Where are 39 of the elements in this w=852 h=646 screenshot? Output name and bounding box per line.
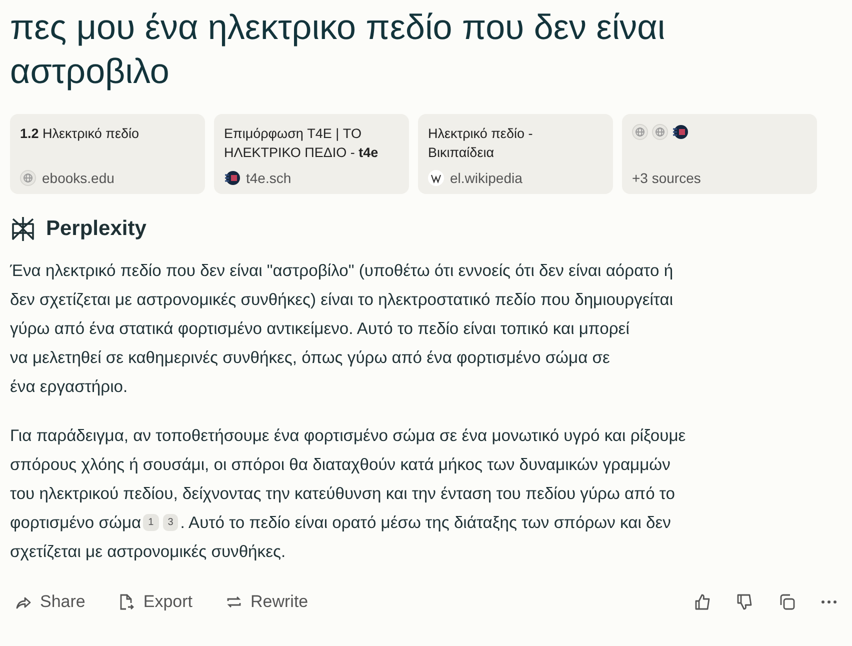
action-button[interactable]: Rewrite — [220, 588, 312, 616]
brand-name: Perplexity — [46, 217, 146, 241]
thumbs-up-icon[interactable] — [694, 593, 712, 611]
answer-text: γύρω από ένα στατικά φορτισμένο αντικείμενο. Αυτό το πεδίο είναι τοπικό και μπορεί — [10, 318, 630, 340]
answer-text: Ένα ηλεκτρικό πεδίο που δεν είναι "αστροβίλο" (υποθέτω ότι εννοείς ότι δεν είναι αόρατο ή — [10, 260, 674, 282]
source-card[interactable]: Επιμόρφωση T4E | ΤΟ ΗΛΕΚΤΡΙΚΟ ΠΕΔΙΟ - t4e t4e.sch — [214, 114, 409, 194]
source-title: Επιμόρφωση T4E | ΤΟ ΗΛΕΚΤΡΙΚΟ ΠΕΔΙΟ - t4e — [224, 125, 380, 162]
source-title: 1.2 Ηλεκτρικό πεδίο — [20, 125, 140, 143]
answer-text: σχετίζεται με αστρονομικές συνθήκες. — [10, 541, 286, 563]
answer-text: να μελετηθεί σε καθημερινές συνθήκες, όπως γύρω από ένα φορτισμένο σώμα σε — [10, 347, 610, 369]
copy-icon[interactable] — [778, 593, 796, 611]
source-card[interactable]: 1.2 Ηλεκτρικό πεδίο ebooks.edu — [10, 114, 205, 194]
question-title: πες μου ένα ηλεκτρικο πεδίο που δεν είναι αστροβιλο — [10, 7, 666, 93]
answer-text: . Αυτό το πεδίο είναι ορατό μέσω της διάταξης των σπόρων και δεν — [180, 512, 671, 534]
source-site: ebooks.edu — [42, 170, 114, 186]
answer-text: φορτισμένο σώμα — [10, 512, 142, 534]
citation-badge[interactable]: 1 — [143, 514, 159, 531]
source-site: t4e.sch — [246, 170, 292, 186]
globe-icon — [632, 124, 648, 140]
logo-icon — [10, 216, 36, 242]
answer-text: σπόρους χλόης ή σουσάμι, οι σπόροι θα διαταχθούν κατά μήκος των δυναμικών γραμμών — [10, 454, 670, 476]
answer-text: Για παράδειγμα, αν τοποθετήσουμε ένα φορτισμένο σώμα σε ένα μονωτικό υγρό και ρίξουμε — [10, 425, 686, 447]
action-button[interactable]: Share — [10, 588, 90, 616]
globe-icon — [20, 170, 36, 186]
more-sources-label: +3 sources — [632, 170, 702, 186]
source-title: Ηλεκτρικό πεδίο - Βικιπαίδεια — [428, 125, 534, 162]
wikipedia-icon — [428, 170, 444, 186]
logo-icon — [224, 170, 240, 186]
thumbs-down-icon[interactable] — [736, 593, 754, 611]
source-site: el.wikipedia — [450, 170, 522, 186]
answer-text: δεν σχετίζεται με αστρονομικές συνθήκες) είναι το ηλεκτροστατικό πεδίο που δημιουργείται — [10, 289, 674, 311]
answer-text: ένα εργαστήριο. — [10, 376, 128, 398]
answer-text: του ηλεκτρικού πεδίου, δείχνοντας την κατεύθυνση και την ένταση του πεδίου γύρω από το — [10, 483, 675, 505]
logo-icon — [672, 124, 688, 140]
source-card[interactable]: +3 sources — [622, 114, 817, 194]
action-button[interactable]: Export — [113, 588, 197, 616]
citation-badge[interactable]: 3 — [162, 514, 178, 531]
source-card[interactable]: Ηλεκτρικό πεδίο - Βικιπαίδεια el.wikipedia — [418, 114, 613, 194]
globe-icon — [652, 124, 668, 140]
